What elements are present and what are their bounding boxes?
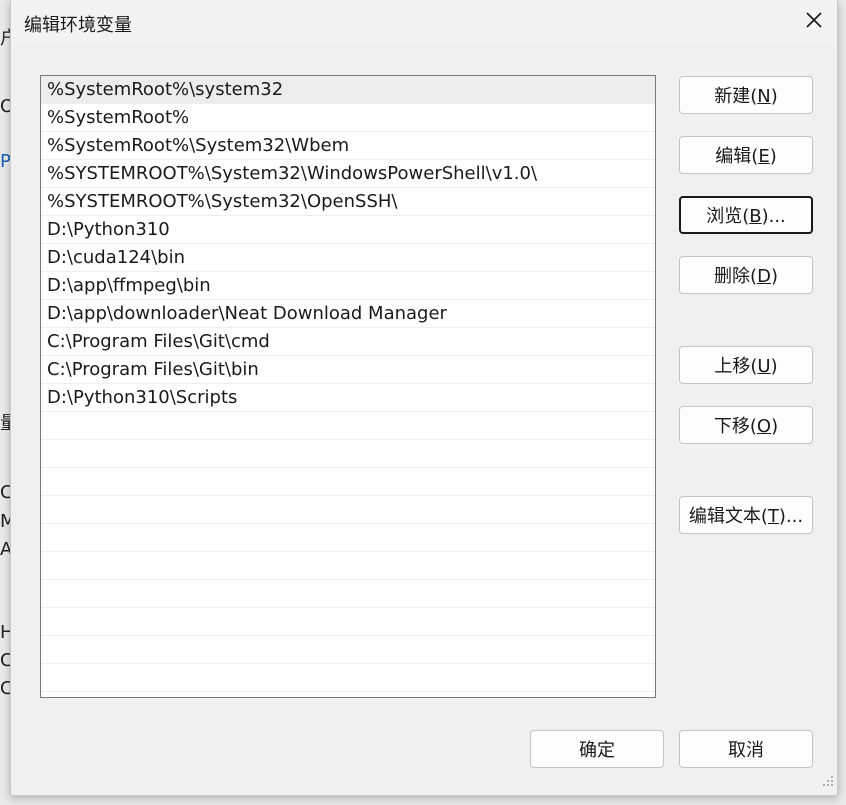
list-item[interactable]: %SystemRoot%\System32\Wbem [41, 132, 655, 160]
move-down-button-label: 下移(O) [713, 416, 779, 437]
move-down-button[interactable]: 下移(O) [679, 406, 813, 444]
delete-button[interactable]: 删除(D) [679, 256, 813, 294]
empty-list-row[interactable] [41, 552, 655, 580]
empty-list-row[interactable] [41, 580, 655, 608]
edit-button[interactable]: 编辑(E) [679, 136, 813, 174]
delete-button-label: 删除(D) [714, 266, 778, 287]
empty-list-row[interactable] [41, 608, 655, 636]
list-item[interactable]: %SYSTEMROOT%\System32\OpenSSH\ [41, 188, 655, 216]
empty-list-row[interactable] [41, 496, 655, 524]
edit-env-var-dialog: 编辑环境变量 %SystemRoot%\system32 %SystemRoot%… [10, 0, 838, 796]
resize-grip-icon[interactable] [822, 771, 834, 792]
list-item[interactable]: D:\app\ffmpeg\bin [41, 272, 655, 300]
path-list[interactable]: %SystemRoot%\system32 %SystemRoot% %System… [40, 75, 656, 698]
cancel-button[interactable]: 取消 [679, 730, 813, 768]
ok-button-label: 确定 [579, 740, 615, 761]
dialog-title: 编辑环境变量 [24, 15, 132, 36]
empty-list-row[interactable] [41, 412, 655, 440]
empty-list-row[interactable] [41, 636, 655, 664]
edit-text-button-label: 编辑文本(T)... [688, 506, 804, 527]
move-up-button[interactable]: 上移(U) [679, 346, 813, 384]
title-bar[interactable]: 编辑环境变量 [11, 0, 837, 44]
ok-button[interactable]: 确定 [530, 730, 664, 768]
list-item[interactable]: %SystemRoot%\system32 [41, 76, 655, 104]
list-item[interactable]: D:\Python310 [41, 216, 655, 244]
close-icon [805, 11, 823, 34]
edit-button-label: 编辑(E) [715, 146, 777, 167]
empty-list-row[interactable] [41, 664, 655, 692]
edit-text-button[interactable]: 编辑文本(T)... [679, 496, 813, 534]
empty-list-row[interactable] [41, 468, 655, 496]
browse-button-label: 浏览(B)... [706, 206, 786, 227]
empty-list-row[interactable] [41, 440, 655, 468]
list-item[interactable]: %SYSTEMROOT%\System32\WindowsPowerShell\… [41, 160, 655, 188]
list-item[interactable]: D:\app\downloader\Neat Download Manager [41, 300, 655, 328]
list-item[interactable]: %SystemRoot% [41, 104, 655, 132]
cancel-button-label: 取消 [728, 740, 764, 761]
new-button-label: 新建(N) [714, 86, 778, 107]
move-up-button-label: 上移(U) [714, 356, 778, 377]
close-button[interactable] [791, 0, 837, 44]
browse-button[interactable]: 浏览(B)... [679, 196, 813, 234]
list-item[interactable]: C:\Program Files\Git\cmd [41, 328, 655, 356]
new-button[interactable]: 新建(N) [679, 76, 813, 114]
empty-list-row[interactable] [41, 524, 655, 552]
list-item[interactable]: D:\cuda124\bin [41, 244, 655, 272]
list-item[interactable]: C:\Program Files\Git\bin [41, 356, 655, 384]
list-item[interactable]: D:\Python310\Scripts [41, 384, 655, 412]
